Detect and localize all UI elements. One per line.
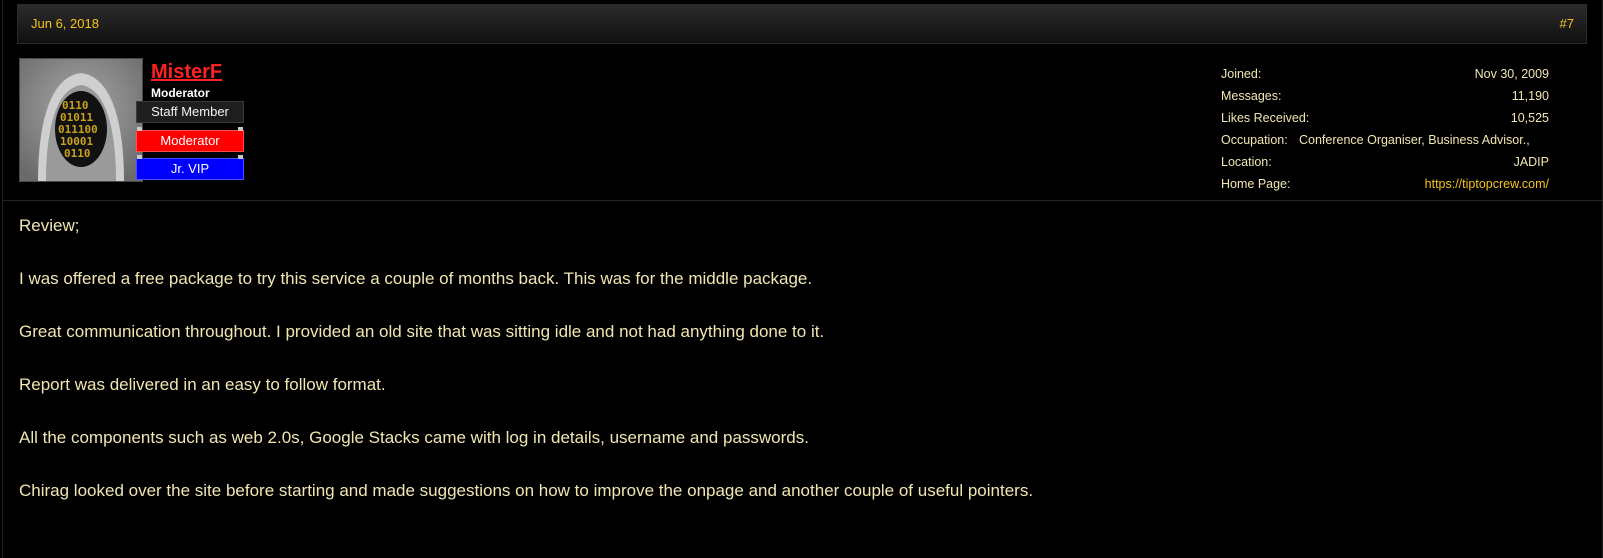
stat-occupation: Occupation: Conference Organiser, Busine… xyxy=(1221,132,1549,154)
stat-likes-received: Likes Received: 10,525 xyxy=(1221,110,1549,132)
user-title: Moderator xyxy=(151,86,210,100)
stat-label: Occupation: xyxy=(1221,133,1288,147)
messages-count-link[interactable]: 11,190 xyxy=(1512,88,1549,104)
username-link[interactable]: MisterF xyxy=(151,61,222,84)
message-paragraph: Report was delivered in an easy to follo… xyxy=(19,375,386,394)
post-container: Jun 6, 2018 #7 0110 01011 011100 10001 0… xyxy=(2,0,1603,558)
stat-messages: Messages: 11,190 xyxy=(1221,88,1549,110)
hooded-figure-binary-avatar-icon: 0110 01011 011100 10001 0110 xyxy=(20,59,142,181)
stat-joined: Joined: Nov 30, 2009 xyxy=(1221,66,1549,88)
message-paragraph: I was offered a free package to try this… xyxy=(19,269,813,288)
location-link[interactable]: JADIP xyxy=(1514,154,1549,170)
staff-member-banner: Staff Member xyxy=(136,101,244,123)
stat-label: Messages: xyxy=(1221,89,1282,103)
message-paragraph: All the components such as web 2.0s, Goo… xyxy=(19,428,809,447)
stat-value: Nov 30, 2009 xyxy=(1474,67,1549,81)
post-date-link[interactable]: Jun 6, 2018 xyxy=(31,16,99,31)
stat-label: Likes Received: xyxy=(1221,111,1310,125)
jr-vip-banner: Jr. VIP xyxy=(136,155,244,180)
stat-value: Conference Organiser, Business Advisor., xyxy=(1299,133,1530,147)
post-permalink[interactable]: #7 xyxy=(1560,16,1574,31)
stat-home-page: Home Page: https://tiptopcrew.com/ xyxy=(1221,176,1549,198)
stat-value: 10,525 xyxy=(1510,111,1549,125)
svg-text:0110: 0110 xyxy=(64,147,91,160)
message-paragraph: Great communication throughout. I provid… xyxy=(19,322,825,341)
stat-label: Location: xyxy=(1221,155,1272,169)
message-paragraph: Chirag looked over the site before start… xyxy=(19,481,1034,500)
stat-label: Joined: xyxy=(1221,67,1262,81)
moderator-banner: Moderator xyxy=(136,127,244,152)
post-header: Jun 6, 2018 #7 xyxy=(17,4,1587,44)
user-stats: Joined: Nov 30, 2009 Messages: 11,190 Li… xyxy=(1221,66,1549,198)
message-paragraph: Review; xyxy=(19,216,80,235)
avatar[interactable]: 0110 01011 011100 10001 0110 xyxy=(19,58,143,182)
home-page-link[interactable]: https://tiptopcrew.com/ xyxy=(1425,176,1549,192)
stat-label: Home Page: xyxy=(1221,177,1291,191)
post-message-body: Review; I was offered a free package to … xyxy=(19,214,1579,532)
stat-location: Location: JADIP xyxy=(1221,154,1549,176)
